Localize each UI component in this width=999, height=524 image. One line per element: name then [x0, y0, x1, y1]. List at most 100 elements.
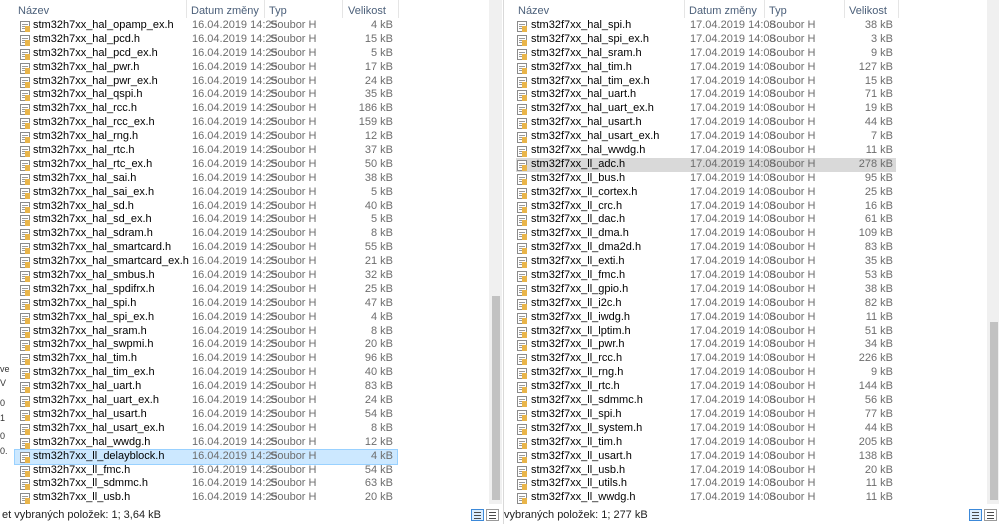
file-type: Soubor H	[270, 116, 317, 129]
file-row[interactable]: stm32h7xx_hal_smartcard_ex.h 16.04.2019 1…	[0, 255, 503, 269]
file-row[interactable]: stm32f7xx_ll_usb.h 17.04.2019 14:08 Soubor…	[504, 464, 999, 478]
large-icons-view-icon[interactable]	[984, 509, 997, 521]
file-row[interactable]: stm32f7xx_hal_uart_ex.h 17.04.2019 14:08 S…	[504, 102, 999, 116]
file-row[interactable]: stm32f7xx_ll_rtc.h 17.04.2019 14:08 Soubor…	[504, 380, 999, 394]
column-header-date[interactable]: Datum změny	[191, 5, 259, 17]
file-row[interactable]: stm32h7xx_hal_sai.h 16.04.2019 14:25 Soubo…	[0, 172, 503, 186]
column-divider[interactable]	[186, 0, 187, 18]
file-row[interactable]: stm32h7xx_hal_wwdg.h 16.04.2019 14:25 Soub…	[0, 436, 503, 450]
file-row[interactable]: stm32h7xx_hal_sai_ex.h 16.04.2019 14:25 So…	[0, 186, 503, 200]
file-row[interactable]: stm32f7xx_ll_adc.h 17.04.2019 14:08 Soubor…	[516, 157, 896, 172]
file-row[interactable]: stm32f7xx_ll_sdmmc.h 17.04.2019 14:08 Soub…	[504, 394, 999, 408]
file-row[interactable]: stm32f7xx_ll_dma.h 17.04.2019 14:08 Soubor…	[504, 227, 999, 241]
file-row[interactable]: stm32f7xx_ll_system.h 17.04.2019 14:08 Sou…	[504, 422, 999, 436]
column-header-type[interactable]: Typ	[269, 5, 287, 17]
file-row[interactable]: stm32h7xx_hal_swpmi.h 16.04.2019 14:25 Sou…	[0, 338, 503, 352]
column-header-type[interactable]: Typ	[769, 5, 787, 17]
file-row[interactable]: stm32f7xx_ll_iwdg.h 17.04.2019 14:08 Soubo…	[504, 311, 999, 325]
file-row[interactable]: stm32h7xx_hal_sdram.h 16.04.2019 14:25 Sou…	[0, 227, 503, 241]
file-row[interactable]: stm32f7xx_hal_spi_ex.h 17.04.2019 14:08 So…	[504, 33, 999, 47]
file-row[interactable]: stm32f7xx_hal_wwdg.h 17.04.2019 14:08 Soub…	[504, 144, 999, 158]
file-row[interactable]: stm32h7xx_hal_usart_ex.h 16.04.2019 14:25…	[0, 422, 503, 436]
file-row[interactable]: stm32h7xx_hal_pwr_ex.h 16.04.2019 14:25 So…	[0, 75, 503, 89]
file-row[interactable]: stm32f7xx_ll_wwdg.h 17.04.2019 14:08 Soubo…	[504, 491, 999, 505]
column-divider[interactable]	[898, 0, 899, 18]
scrollbar-thumb[interactable]	[990, 322, 998, 500]
column-header-size[interactable]: Velikost	[348, 5, 386, 17]
scrollbar-thumb[interactable]	[492, 296, 500, 500]
file-row[interactable]: stm32h7xx_ll_fmc.h 16.04.2019 14:25 Soubor…	[0, 464, 503, 478]
column-header-date[interactable]: Datum změny	[689, 5, 757, 17]
column-divider[interactable]	[398, 0, 399, 18]
vertical-scrollbar[interactable]	[489, 0, 502, 504]
file-row[interactable]: stm32f7xx_ll_exti.h 17.04.2019 14:08 Soubo…	[504, 255, 999, 269]
column-divider[interactable]	[264, 0, 265, 18]
file-row[interactable]: stm32h7xx_hal_pwr.h 16.04.2019 14:25 Soubo…	[0, 61, 503, 75]
file-row[interactable]: stm32f7xx_hal_usart_ex.h 17.04.2019 14:08…	[504, 130, 999, 144]
file-row[interactable]: stm32h7xx_hal_uart.h 16.04.2019 14:25 Soub…	[0, 380, 503, 394]
file-row[interactable]: stm32f7xx_ll_utils.h 17.04.2019 14:08 Soub…	[504, 477, 999, 491]
file-row[interactable]: stm32f7xx_ll_crc.h 17.04.2019 14:08 Soubor…	[504, 200, 999, 214]
column-header-name[interactable]: Název	[18, 5, 49, 17]
file-row[interactable]: stm32f7xx_ll_dac.h 17.04.2019 14:08 Soubor…	[504, 213, 999, 227]
file-type: Soubor H	[270, 449, 317, 462]
file-row[interactable]: stm32f7xx_ll_bus.h 17.04.2019 14:08 Soubor…	[504, 172, 999, 186]
file-row[interactable]: stm32f7xx_ll_rcc.h 17.04.2019 14:08 Soubor…	[504, 352, 999, 366]
file-row[interactable]: stm32h7xx_hal_sd_ex.h 16.04.2019 14:25 Sou…	[0, 213, 503, 227]
file-row[interactable]: stm32f7xx_hal_uart.h 17.04.2019 14:08 Soub…	[504, 88, 999, 102]
file-row[interactable]: stm32h7xx_hal_pcd.h 16.04.2019 14:25 Soubo…	[0, 33, 503, 47]
file-row[interactable]: stm32f7xx_ll_i2c.h 17.04.2019 14:08 Soubor…	[504, 297, 999, 311]
file-row[interactable]: stm32f7xx_ll_fmc.h 17.04.2019 14:08 Soubor…	[504, 269, 999, 283]
column-divider[interactable]	[844, 0, 845, 18]
file-row[interactable]: stm32h7xx_ll_usb.h 16.04.2019 14:25 Soubor…	[0, 491, 503, 505]
column-divider[interactable]	[684, 0, 685, 18]
header-file-icon	[517, 465, 527, 477]
file-row[interactable]: stm32h7xx_hal_spdifrx.h 16.04.2019 14:25 S…	[0, 283, 503, 297]
file-row[interactable]: stm32f7xx_hal_usart.h 17.04.2019 14:08 Sou…	[504, 116, 999, 130]
file-row[interactable]: stm32f7xx_ll_tim.h 17.04.2019 14:08 Soubor…	[504, 436, 999, 450]
file-type: Soubor H	[769, 199, 816, 212]
column-divider[interactable]	[342, 0, 343, 18]
file-row[interactable]: stm32f7xx_ll_usart.h 17.04.2019 14:08 Soub…	[504, 450, 999, 464]
file-type: Soubor H	[270, 88, 317, 101]
file-row[interactable]: stm32h7xx_hal_uart_ex.h 16.04.2019 14:25 S…	[0, 394, 503, 408]
file-row[interactable]: stm32h7xx_hal_usart.h 16.04.2019 14:25 Sou…	[0, 408, 503, 422]
file-row[interactable]: stm32h7xx_hal_opamp_ex.h 16.04.2019 14:25…	[0, 19, 503, 33]
file-row[interactable]: stm32h7xx_hal_smbus.h 16.04.2019 14:25 Sou…	[0, 269, 503, 283]
file-row[interactable]: stm32f7xx_ll_rng.h 17.04.2019 14:08 Soubor…	[504, 366, 999, 380]
file-row[interactable]: stm32h7xx_hal_pcd_ex.h 16.04.2019 14:25 So…	[0, 47, 503, 61]
large-icons-view-icon[interactable]	[486, 509, 499, 521]
file-row[interactable]: stm32h7xx_ll_delayblock.h 16.04.2019 14:2…	[14, 448, 398, 465]
file-row[interactable]: stm32f7xx_ll_lptim.h 17.04.2019 14:08 Soub…	[504, 325, 999, 339]
file-row[interactable]: stm32h7xx_hal_rtc.h 16.04.2019 14:25 Soubo…	[0, 144, 503, 158]
file-row[interactable]: stm32h7xx_hal_tim.h 16.04.2019 14:25 Soubo…	[0, 352, 503, 366]
column-divider[interactable]	[764, 0, 765, 18]
file-row[interactable]: stm32h7xx_hal_sram.h 16.04.2019 14:25 Soub…	[0, 325, 503, 339]
file-row[interactable]: stm32h7xx_hal_smartcard.h 16.04.2019 14:2…	[0, 241, 503, 255]
file-row[interactable]: stm32h7xx_ll_sdmmc.h 16.04.2019 14:25 Soub…	[0, 477, 503, 491]
file-row[interactable]: stm32f7xx_ll_cortex.h 17.04.2019 14:08 Sou…	[504, 186, 999, 200]
file-row[interactable]: stm32h7xx_hal_rcc_ex.h 16.04.2019 14:25 So…	[0, 116, 503, 130]
file-row[interactable]: stm32f7xx_hal_tim_ex.h 17.04.2019 14:08 So…	[504, 75, 999, 89]
details-view-icon[interactable]	[969, 509, 982, 521]
file-row[interactable]: stm32h7xx_hal_rtc_ex.h 16.04.2019 14:25 So…	[0, 158, 503, 172]
file-row[interactable]: stm32f7xx_hal_spi.h 17.04.2019 14:08 Soubo…	[504, 19, 999, 33]
vertical-scrollbar[interactable]	[987, 0, 999, 504]
file-row[interactable]: stm32h7xx_hal_rcc.h 16.04.2019 14:25 Soubo…	[0, 102, 503, 116]
file-row[interactable]: stm32f7xx_hal_sram.h 17.04.2019 14:08 Soub…	[504, 47, 999, 61]
details-view-icon[interactable]	[471, 509, 484, 521]
file-row[interactable]: stm32h7xx_hal_rng.h 16.04.2019 14:25 Soubo…	[0, 130, 503, 144]
file-row[interactable]: stm32h7xx_hal_spi.h 16.04.2019 14:25 Soubo…	[0, 297, 503, 311]
header-file-icon	[20, 159, 30, 171]
file-row[interactable]: stm32f7xx_ll_pwr.h 17.04.2019 14:08 Soubor…	[504, 338, 999, 352]
file-row[interactable]: stm32f7xx_hal_tim.h 17.04.2019 14:08 Soubo…	[504, 61, 999, 75]
file-row[interactable]: stm32h7xx_hal_tim_ex.h 16.04.2019 14:25 So…	[0, 366, 503, 380]
file-row[interactable]: stm32f7xx_ll_spi.h 17.04.2019 14:08 Soubor…	[504, 408, 999, 422]
file-row[interactable]: stm32h7xx_hal_spi_ex.h 16.04.2019 14:25 So…	[0, 311, 503, 325]
file-row[interactable]: stm32f7xx_ll_gpio.h 17.04.2019 14:08 Soubo…	[504, 283, 999, 297]
file-row[interactable]: stm32h7xx_hal_qspi.h 16.04.2019 14:25 Soub…	[0, 88, 503, 102]
file-row[interactable]: stm32f7xx_ll_dma2d.h 17.04.2019 14:08 Soub…	[504, 241, 999, 255]
file-row[interactable]: stm32h7xx_hal_sd.h 16.04.2019 14:25 Soubor…	[0, 200, 503, 214]
column-header-size[interactable]: Velikost	[849, 5, 887, 17]
column-header-name[interactable]: Název	[518, 5, 549, 17]
